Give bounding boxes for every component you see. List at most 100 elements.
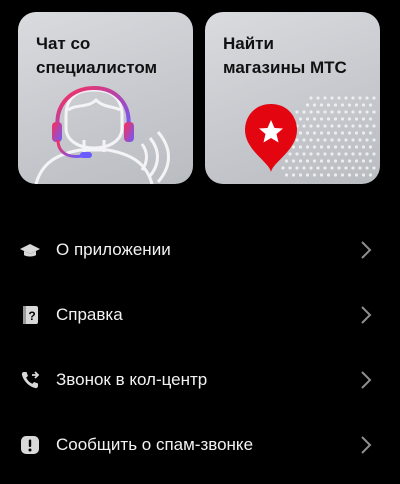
map-dot bbox=[368, 159, 373, 163]
find-mts-stores-card[interactable]: Найти магазины МТС bbox=[205, 12, 380, 184]
map-dot bbox=[340, 159, 345, 163]
menu-item-label: О приложении bbox=[56, 240, 171, 259]
map-dot bbox=[326, 103, 331, 107]
menu-item-label: Звонок в кол-центр bbox=[56, 370, 208, 389]
map-dot bbox=[347, 145, 352, 149]
map-dot bbox=[354, 159, 359, 163]
chevron-right-icon bbox=[361, 241, 372, 259]
map-dot bbox=[333, 159, 338, 163]
menu-item-label: Сообщить о спам-звонке bbox=[56, 435, 254, 454]
menu-item-about-app[interactable]: О приложении bbox=[0, 218, 400, 283]
map-dot bbox=[312, 131, 317, 135]
map-dot bbox=[351, 110, 355, 114]
map-dot bbox=[316, 152, 320, 156]
map-dot bbox=[372, 152, 376, 156]
map-dot bbox=[305, 159, 310, 163]
map-dot bbox=[368, 145, 373, 149]
map-dot bbox=[319, 117, 324, 121]
map-dot bbox=[316, 96, 320, 100]
chat-with-specialist-card[interactable]: Чат со специалистом bbox=[18, 12, 193, 184]
map-dot bbox=[309, 166, 313, 170]
map-dot bbox=[323, 110, 327, 114]
map-dot bbox=[368, 131, 373, 135]
map-dot bbox=[284, 173, 289, 177]
map-dot bbox=[340, 117, 345, 121]
map-dot bbox=[347, 131, 352, 135]
phone-call-icon bbox=[21, 371, 40, 389]
map-dot bbox=[333, 173, 338, 177]
map-dot bbox=[358, 110, 362, 114]
map-dot bbox=[312, 103, 317, 107]
map-dot bbox=[344, 124, 348, 128]
map-dot bbox=[298, 145, 303, 149]
map-dot bbox=[319, 173, 324, 177]
map-dot bbox=[319, 131, 324, 135]
map-dot bbox=[298, 159, 303, 163]
map-dot bbox=[344, 110, 348, 114]
map-dot bbox=[316, 110, 320, 114]
quick-action-cards: Чат со специалистом Найти магазины МТС bbox=[18, 12, 382, 184]
map-dot bbox=[305, 145, 310, 149]
map-dot bbox=[344, 96, 348, 100]
map-dot bbox=[347, 159, 352, 163]
map-dot bbox=[340, 145, 345, 149]
map-dot bbox=[333, 131, 338, 135]
map-dot bbox=[309, 96, 313, 100]
menu-item-help[interactable]: ? Справка bbox=[0, 283, 400, 348]
map-dot bbox=[305, 173, 310, 177]
map-dot bbox=[330, 152, 334, 156]
map-dot bbox=[330, 124, 334, 128]
map-dot bbox=[298, 117, 303, 121]
menu-item-call-center[interactable]: Звонок в кол-центр bbox=[0, 348, 400, 413]
map-dot bbox=[323, 96, 327, 100]
map-dot bbox=[354, 145, 359, 149]
map-dot bbox=[344, 138, 348, 142]
map-dot bbox=[316, 124, 320, 128]
map-dot bbox=[319, 103, 324, 107]
map-dot bbox=[337, 110, 341, 114]
map-dot bbox=[288, 152, 292, 156]
map-dot bbox=[302, 138, 306, 142]
map-dot bbox=[372, 96, 376, 100]
map-dot bbox=[361, 173, 366, 177]
map-dot bbox=[340, 131, 345, 135]
map-dot bbox=[319, 159, 324, 163]
map-dot bbox=[340, 173, 345, 177]
map-dot bbox=[295, 152, 299, 156]
map-dot bbox=[312, 173, 317, 177]
map-dot bbox=[354, 173, 359, 177]
map-dot bbox=[358, 124, 362, 128]
map-dot bbox=[288, 166, 292, 170]
map-dot bbox=[281, 166, 285, 170]
map-dot bbox=[330, 110, 334, 114]
map-dot bbox=[368, 117, 373, 121]
map-dot bbox=[326, 117, 331, 121]
menu-item-report-spam-call[interactable]: Сообщить о спам-звонке bbox=[0, 413, 400, 478]
map-dot bbox=[365, 96, 369, 100]
help-book-icon: ? bbox=[23, 306, 38, 324]
map-dot bbox=[319, 145, 324, 149]
graduation-cap-icon bbox=[20, 244, 40, 257]
map-dot bbox=[354, 103, 359, 107]
map-dot bbox=[295, 138, 299, 142]
map-dot bbox=[351, 152, 355, 156]
map-dot bbox=[358, 96, 362, 100]
map-dot bbox=[309, 110, 313, 114]
map-dot bbox=[351, 138, 355, 142]
chat-card-title: Чат со специалистом bbox=[36, 34, 158, 77]
map-dot bbox=[330, 96, 334, 100]
map-dot bbox=[361, 103, 366, 107]
map-dot bbox=[337, 138, 341, 142]
map-dot bbox=[358, 152, 362, 156]
map-dot bbox=[326, 145, 331, 149]
settings-menu: О приложении ? Справка Звонок в кол-цент… bbox=[0, 218, 400, 478]
map-dot bbox=[305, 103, 310, 107]
map-dot bbox=[291, 159, 296, 163]
map-dot bbox=[326, 159, 331, 163]
map-dot bbox=[344, 166, 348, 170]
map-dot bbox=[365, 138, 369, 142]
map-dot bbox=[365, 124, 369, 128]
menu-item-label: Справка bbox=[56, 305, 123, 324]
map-dot bbox=[372, 166, 376, 170]
map-dot bbox=[302, 166, 306, 170]
